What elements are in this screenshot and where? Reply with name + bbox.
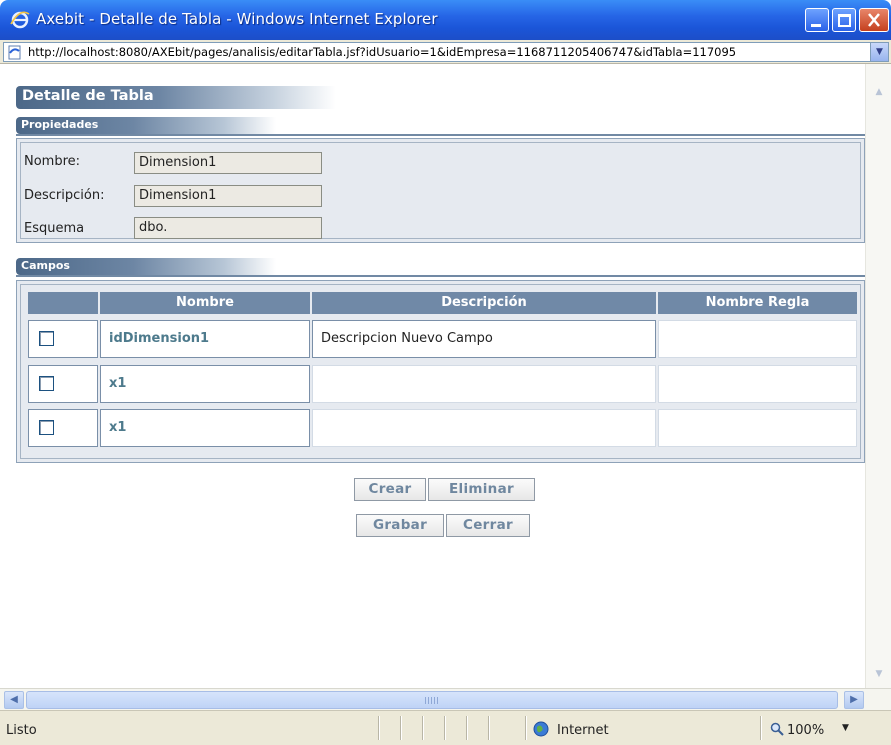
esquema-field[interactable]: dbo. (134, 217, 322, 239)
table-row-checkbox-cell (28, 365, 98, 403)
magnifier-icon (770, 722, 784, 736)
table-cell-nombre-regla (658, 365, 857, 403)
fields-section-title: Campos (21, 259, 70, 272)
chevron-right-icon: ▶ (850, 694, 858, 705)
status-divider (466, 716, 468, 740)
properties-section-title: Propiedades (21, 118, 99, 131)
table-cell-descripcion: Descripcion Nuevo Campo (312, 320, 656, 358)
section-divider (16, 275, 865, 277)
address-bar: http://localhost:8080/AXEbit/pages/anali… (0, 40, 891, 64)
table-cell-descripcion (312, 365, 656, 403)
column-header-select (28, 292, 98, 314)
page-icon (8, 45, 21, 60)
ie-logo-icon (10, 11, 30, 29)
scroll-right-button[interactable]: ▶ (844, 691, 864, 709)
maximize-button[interactable] (832, 8, 856, 32)
page-content: Detalle de Tabla Propiedades Nombre: Dim… (10, 64, 865, 688)
table-cell-nombre-regla (658, 320, 857, 358)
cerrar-button[interactable]: Cerrar (446, 514, 530, 537)
table-cell-nombre-regla (658, 409, 857, 447)
section-divider (16, 134, 865, 136)
page-title: Detalle de Tabla (22, 88, 154, 104)
status-text: Listo (6, 723, 37, 738)
security-zone-label[interactable]: Internet (557, 723, 609, 738)
scroll-left-button[interactable]: ◀ (4, 691, 24, 709)
globe-icon (533, 721, 549, 737)
status-divider (760, 716, 762, 740)
status-divider (422, 716, 424, 740)
table-row-checkbox-cell (28, 320, 98, 358)
row-checkbox[interactable] (39, 420, 54, 435)
column-header-nombre[interactable]: Nombre (100, 292, 310, 314)
scroll-up-icon[interactable]: ▲ (870, 84, 888, 101)
address-field[interactable]: http://localhost:8080/AXEbit/pages/anali… (3, 42, 889, 62)
row-checkbox[interactable] (39, 376, 54, 391)
status-divider (378, 716, 380, 740)
maximize-icon (838, 14, 851, 27)
grip-icon (425, 697, 439, 704)
minimize-button[interactable] (805, 8, 829, 32)
properties-section-header: Propiedades (16, 117, 276, 134)
nombre-field[interactable]: Dimension1 (134, 152, 322, 174)
table-row-checkbox-cell (28, 409, 98, 447)
row-checkbox[interactable] (39, 331, 54, 346)
status-divider (488, 716, 490, 740)
scrollbar-thumb[interactable] (26, 691, 838, 709)
chevron-left-icon: ◀ (10, 694, 18, 705)
vertical-scrollbar[interactable]: ▲ ▼ (865, 64, 891, 688)
status-bar: Listo Internet 100% ▼ (0, 710, 891, 745)
field-label-esquema: Esquema (24, 221, 85, 236)
grabar-button[interactable]: Grabar (356, 514, 444, 537)
table-cell-descripcion (312, 409, 656, 447)
fields-section-header: Campos (16, 258, 276, 275)
descripcion-field[interactable]: Dimension1 (134, 185, 322, 207)
status-divider (525, 716, 527, 740)
page-header: Detalle de Tabla (16, 86, 336, 109)
scroll-down-icon[interactable]: ▼ (870, 666, 888, 683)
zoom-level[interactable]: 100% (787, 723, 824, 738)
table-cell-nombre[interactable]: idDimension1 (100, 320, 310, 358)
close-button[interactable] (859, 8, 889, 32)
window-title-bar[interactable]: Axebit - Detalle de Tabla - Windows Inte… (0, 0, 891, 40)
status-divider (444, 716, 446, 740)
column-header-nombre-regla[interactable]: Nombre Regla (658, 292, 857, 314)
field-label-descripcion: Descripción: (24, 188, 105, 203)
eliminar-button[interactable]: Eliminar (428, 478, 535, 501)
window-title: Axebit - Detalle de Tabla - Windows Inte… (36, 10, 438, 28)
minimize-icon (811, 24, 821, 27)
status-divider (400, 716, 402, 740)
horizontal-scrollbar[interactable]: ◀ ▶ (0, 688, 891, 710)
table-cell-nombre[interactable]: x1 (100, 365, 310, 403)
content-left-margin (0, 64, 10, 688)
field-label-nombre: Nombre: (24, 154, 81, 169)
column-header-descripcion[interactable]: Descripción (312, 292, 656, 314)
table-cell-nombre[interactable]: x1 (100, 409, 310, 447)
zoom-dropdown-icon[interactable]: ▼ (842, 723, 849, 733)
chevron-down-icon: ▼ (876, 47, 883, 57)
address-dropdown-button[interactable]: ▼ (870, 43, 888, 61)
address-url[interactable]: http://localhost:8080/AXEbit/pages/anali… (28, 45, 870, 59)
close-icon (868, 13, 880, 27)
crear-button[interactable]: Crear (354, 478, 426, 501)
